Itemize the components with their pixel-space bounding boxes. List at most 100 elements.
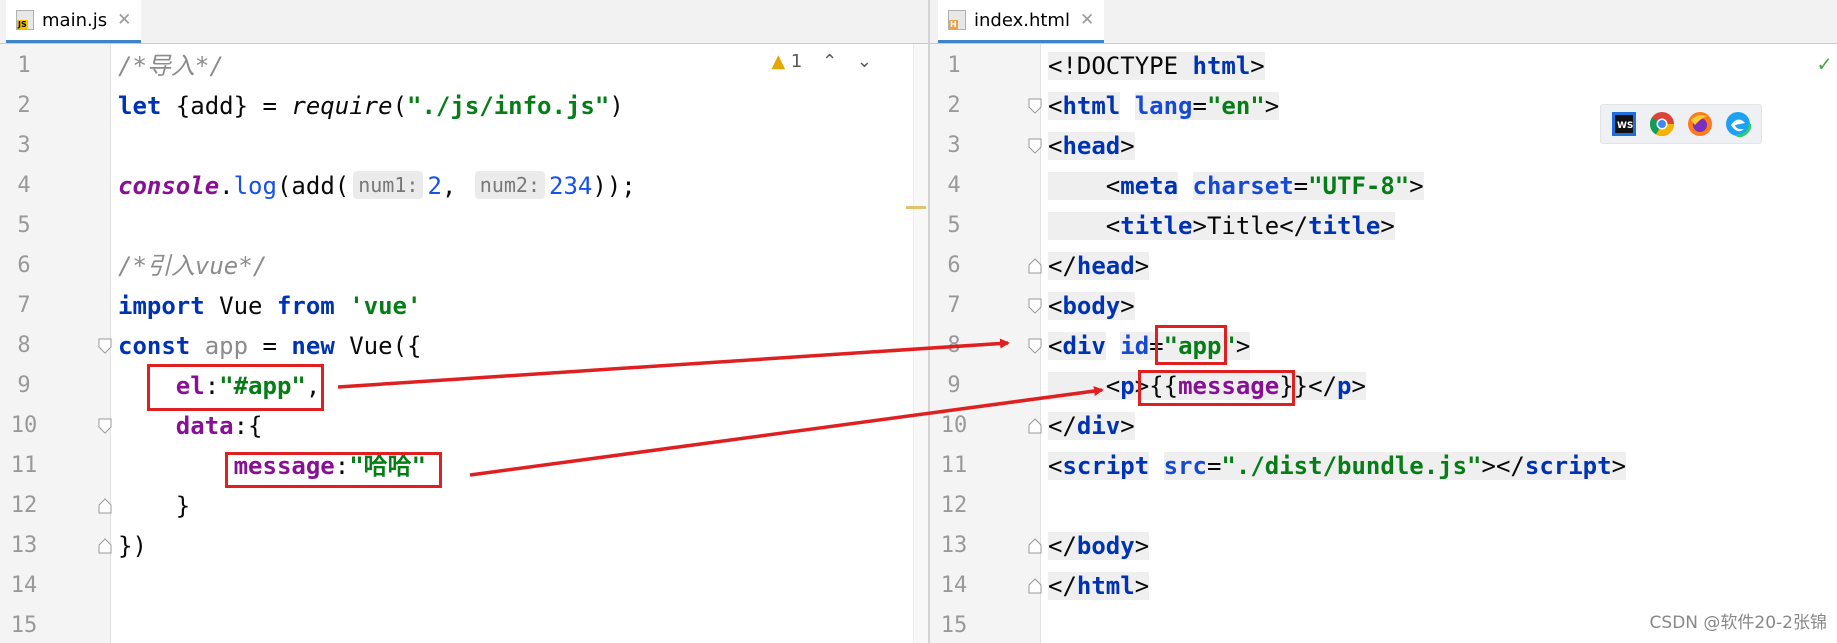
code-line[interactable]: 14 [0,566,928,606]
code-text[interactable]: /*导入*/ [118,46,224,86]
no-problems-check-icon[interactable]: ✓ [1818,52,1831,77]
code-text[interactable]: <script src="./dist/bundle.js"></script> [1048,446,1627,486]
tab-main-js[interactable]: JS main.js ✕ [6,0,142,43]
code-text[interactable]: import Vue from 'vue' [118,286,421,326]
fold-marker-icon[interactable] [98,498,112,514]
code-text[interactable]: </body> [1048,526,1150,566]
code-token: > [1380,212,1395,240]
code-text[interactable]: <html lang="en"> [1048,86,1280,126]
code-token: </ [1048,412,1077,440]
close-icon[interactable]: ✕ [117,10,131,30]
inspection-widget[interactable]: ▲ 1 ⌃ ⌄ [771,51,872,72]
code-line[interactable]: 10 data:{ [0,406,928,446]
code-line[interactable]: 4 <meta charset="UTF-8"> [930,166,1837,206]
code-line[interactable]: 15 [0,606,928,643]
code-line[interactable]: 10 </div> [930,406,1837,446]
code-line[interactable]: 13}) [0,526,928,566]
close-icon[interactable]: ✕ [1080,10,1094,30]
code-line[interactable]: 4 console.log(add(num1: 2, num2: 234)); [0,166,928,206]
fold-marker-icon[interactable] [98,338,112,354]
code-text[interactable]: <meta charset="UTF-8"> [1048,166,1424,206]
fold-marker-icon[interactable] [1028,538,1042,554]
code-line[interactable]: 8 <div id="app"> [930,326,1837,366]
code-line[interactable]: 5 [0,206,928,246]
code-line[interactable]: 7 import Vue from 'vue' [0,286,928,326]
code-line[interactable]: 5 <title>Title</title> [930,206,1837,246]
code-text[interactable]: let {add} = require("./js/info.js") [118,86,624,126]
code-text[interactable]: /*引入vue*/ [118,246,267,286]
fold-marker-icon[interactable] [1028,258,1042,274]
warning-stripe-mark[interactable] [906,206,926,209]
line-number: 3 [17,133,31,158]
code-token: Vue [204,292,277,320]
fold-marker-icon[interactable] [1028,418,1042,434]
code-text[interactable]: </html> [1048,566,1150,606]
code-token: "./js/info.js" [407,92,610,120]
code-line[interactable]: 6 </head> [930,246,1837,286]
next-problem-icon[interactable]: ⌄ [857,51,872,72]
code-line[interactable]: 13 </body> [930,526,1837,566]
editor-pane-main-js[interactable]: JS main.js ✕ 1 /*导入*/ 2 let {add} = require… [0,0,928,643]
code-text[interactable]: <title>Title</title> [1048,206,1395,246]
parameter-hint: num1: [353,171,424,199]
ws-icon[interactable]: WS [1611,111,1637,137]
code-line[interactable]: 2 let {add} = require("./js/info.js") [0,86,928,126]
fold-marker-icon[interactable] [1028,578,1042,594]
code-text[interactable]: const app = new Vue({ [118,326,421,366]
browser-preview-toolbar: WS [1600,104,1762,144]
editor-pane-index-html[interactable]: H index.html ✕ 1 <!DOCTYPE html> 2 <html la… [930,0,1837,643]
fold-marker-icon[interactable] [1028,298,1042,314]
fold-marker-icon[interactable] [1028,98,1042,114]
code-token: require [291,92,393,120]
previous-problem-icon[interactable]: ⌃ [822,51,837,72]
code-text[interactable]: }) [118,526,147,566]
code-text[interactable]: <!DOCTYPE html> [1048,46,1265,86]
code-text[interactable]: data:{ [118,406,263,446]
fold-marker-icon[interactable] [98,538,112,554]
code-token: ></ [1481,452,1525,480]
code-line[interactable]: 7 <body> [930,286,1837,326]
code-line[interactable]: 11 message:"哈哈" [0,446,928,486]
code-line[interactable]: 6 /*引入vue*/ [0,246,928,286]
code-line[interactable]: 1 <!DOCTYPE html> [930,46,1837,86]
code-text[interactable]: <head> [1048,126,1135,166]
code-token: console [118,172,220,200]
edge-icon[interactable] [1725,111,1751,137]
fold-marker-icon[interactable] [98,418,112,434]
code-token: charset [1192,172,1294,200]
firefox-icon[interactable] [1687,111,1713,137]
tab-index-html[interactable]: H index.html ✕ [938,0,1105,43]
scrollbar-left[interactable] [913,44,928,643]
code-text[interactable]: <body> [1048,286,1135,326]
line-number: 11 [10,453,38,478]
code-line[interactable]: 14 </html> [930,566,1837,606]
line-number: 12 [940,493,968,518]
code-line[interactable]: 8 const app = new Vue({ [0,326,928,366]
code-token: /*引入vue*/ [118,252,268,280]
code-token: 'vue' [349,292,422,320]
code-text[interactable]: </div> [1048,406,1135,446]
code-token: < [1048,452,1063,480]
line-number: 3 [947,133,961,158]
fold-marker-icon[interactable] [1028,338,1042,354]
code-token: > [1134,572,1150,600]
code-text[interactable]: </head> [1048,246,1150,286]
chrome-icon[interactable] [1649,111,1675,137]
code-token: > [1409,172,1424,200]
code-line[interactable]: 3 [0,126,928,166]
code-token: lang [1134,92,1193,120]
code-line[interactable]: 11 <script src="./dist/bundle.js"></scrip… [930,446,1837,486]
code-text[interactable]: console.log(add(num1: 2, num2: 234)); [118,166,636,206]
code-line[interactable]: 9 <p>{{message}}</p> [930,366,1837,406]
code-text[interactable]: } [118,486,190,526]
code-token: < [1048,92,1063,120]
code-token: p [1337,372,1352,400]
fold-marker-icon[interactable] [1028,138,1042,154]
code-line[interactable]: 12 [930,486,1837,526]
code-line[interactable]: 12 } [0,486,928,526]
code-line[interactable]: 9 el:"#app", [0,366,928,406]
